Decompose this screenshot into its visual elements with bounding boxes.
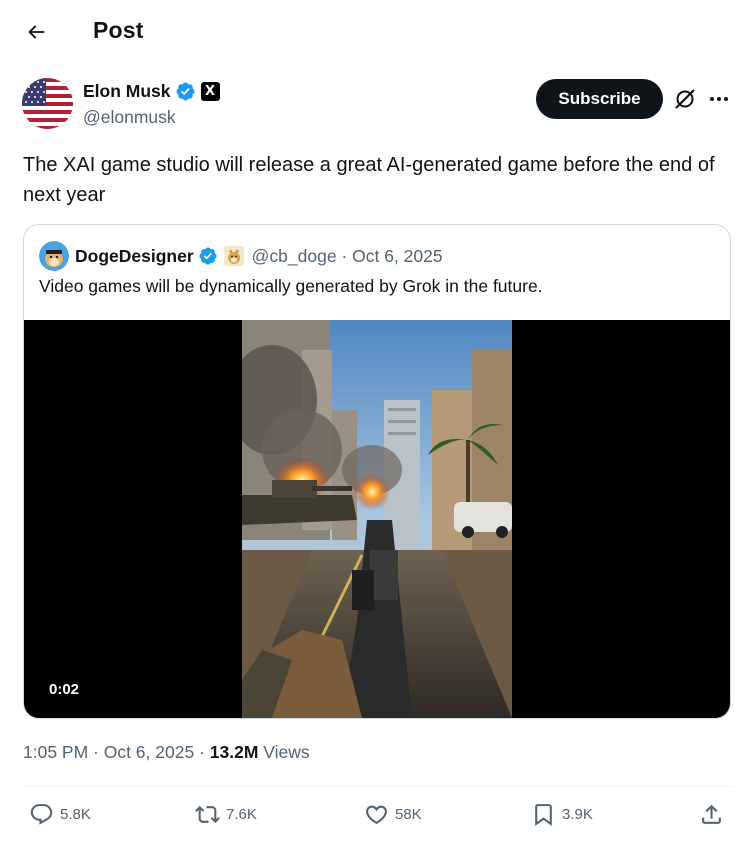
quoted-avatar[interactable] [39, 241, 69, 271]
reply-count: 5.8K [60, 806, 91, 823]
post-text: The XAI game studio will release a great… [23, 154, 715, 206]
page-title: Post [93, 17, 144, 43]
repost-button[interactable]: 7.6K [195, 802, 257, 827]
video-frame [242, 320, 512, 718]
post-meta: 1:05 PM · Oct 6, 2025 · 13.2M Views [23, 742, 310, 763]
video-timestamp: 0:02 [49, 681, 80, 698]
divider [23, 786, 732, 787]
reply-icon [30, 804, 53, 825]
more-icon[interactable] [708, 89, 730, 109]
post-header: Post [0, 0, 755, 62]
like-count: 58K [395, 806, 422, 823]
repost-count: 7.6K [226, 806, 257, 823]
reply-button[interactable]: 5.8K [29, 802, 91, 827]
back-arrow-icon [28, 25, 45, 39]
quoted-post-header: DogeDesigner @cb_doge · Oct 6, 2025 [39, 241, 443, 271]
quoted-author-name[interactable]: DogeDesigner [75, 246, 194, 267]
post-timestamp[interactable]: 1:05 PM · Oct 6, 2025 [23, 742, 194, 762]
avatar[interactable] [22, 78, 73, 129]
quoted-post[interactable]: DogeDesigner @cb_doge · Oct 6, 2025 Vide… [23, 224, 731, 719]
quoted-meta: @cb_doge · Oct 6, 2025 [251, 245, 443, 266]
author-name-row: Elon Musk X [83, 81, 220, 102]
author-handle[interactable]: @elonmusk [83, 107, 176, 128]
bookmark-icon [535, 804, 552, 826]
verified-icon[interactable] [175, 81, 196, 102]
share-button[interactable] [699, 802, 724, 827]
bookmark-button[interactable]: 3.9K [531, 802, 593, 827]
like-icon [366, 805, 387, 825]
meta-separator: · [199, 742, 210, 762]
bookmark-count: 3.9K [562, 806, 593, 823]
video-player[interactable]: 0:02 [24, 320, 730, 718]
doge-badge-icon [223, 246, 244, 266]
grok-icon[interactable] [673, 87, 697, 111]
post-author: Elon Musk X @elonmusk Subscribe [22, 78, 732, 132]
x-logo-icon[interactable]: X [200, 82, 220, 101]
back-button[interactable] [18, 14, 54, 50]
repost-icon [195, 806, 220, 823]
like-button[interactable]: 58K [364, 802, 422, 827]
verified-icon [199, 247, 217, 265]
share-icon [702, 804, 721, 824]
views-label: Views [263, 742, 310, 762]
views-count: 13.2M [209, 742, 259, 762]
action-bar: 5.8K 7.6K 58K 3.9K [0, 800, 755, 836]
subscribe-button[interactable]: Subscribe [536, 79, 663, 119]
quoted-text: Video games will be dynamically generate… [39, 276, 543, 296]
author-name[interactable]: Elon Musk [83, 81, 171, 102]
